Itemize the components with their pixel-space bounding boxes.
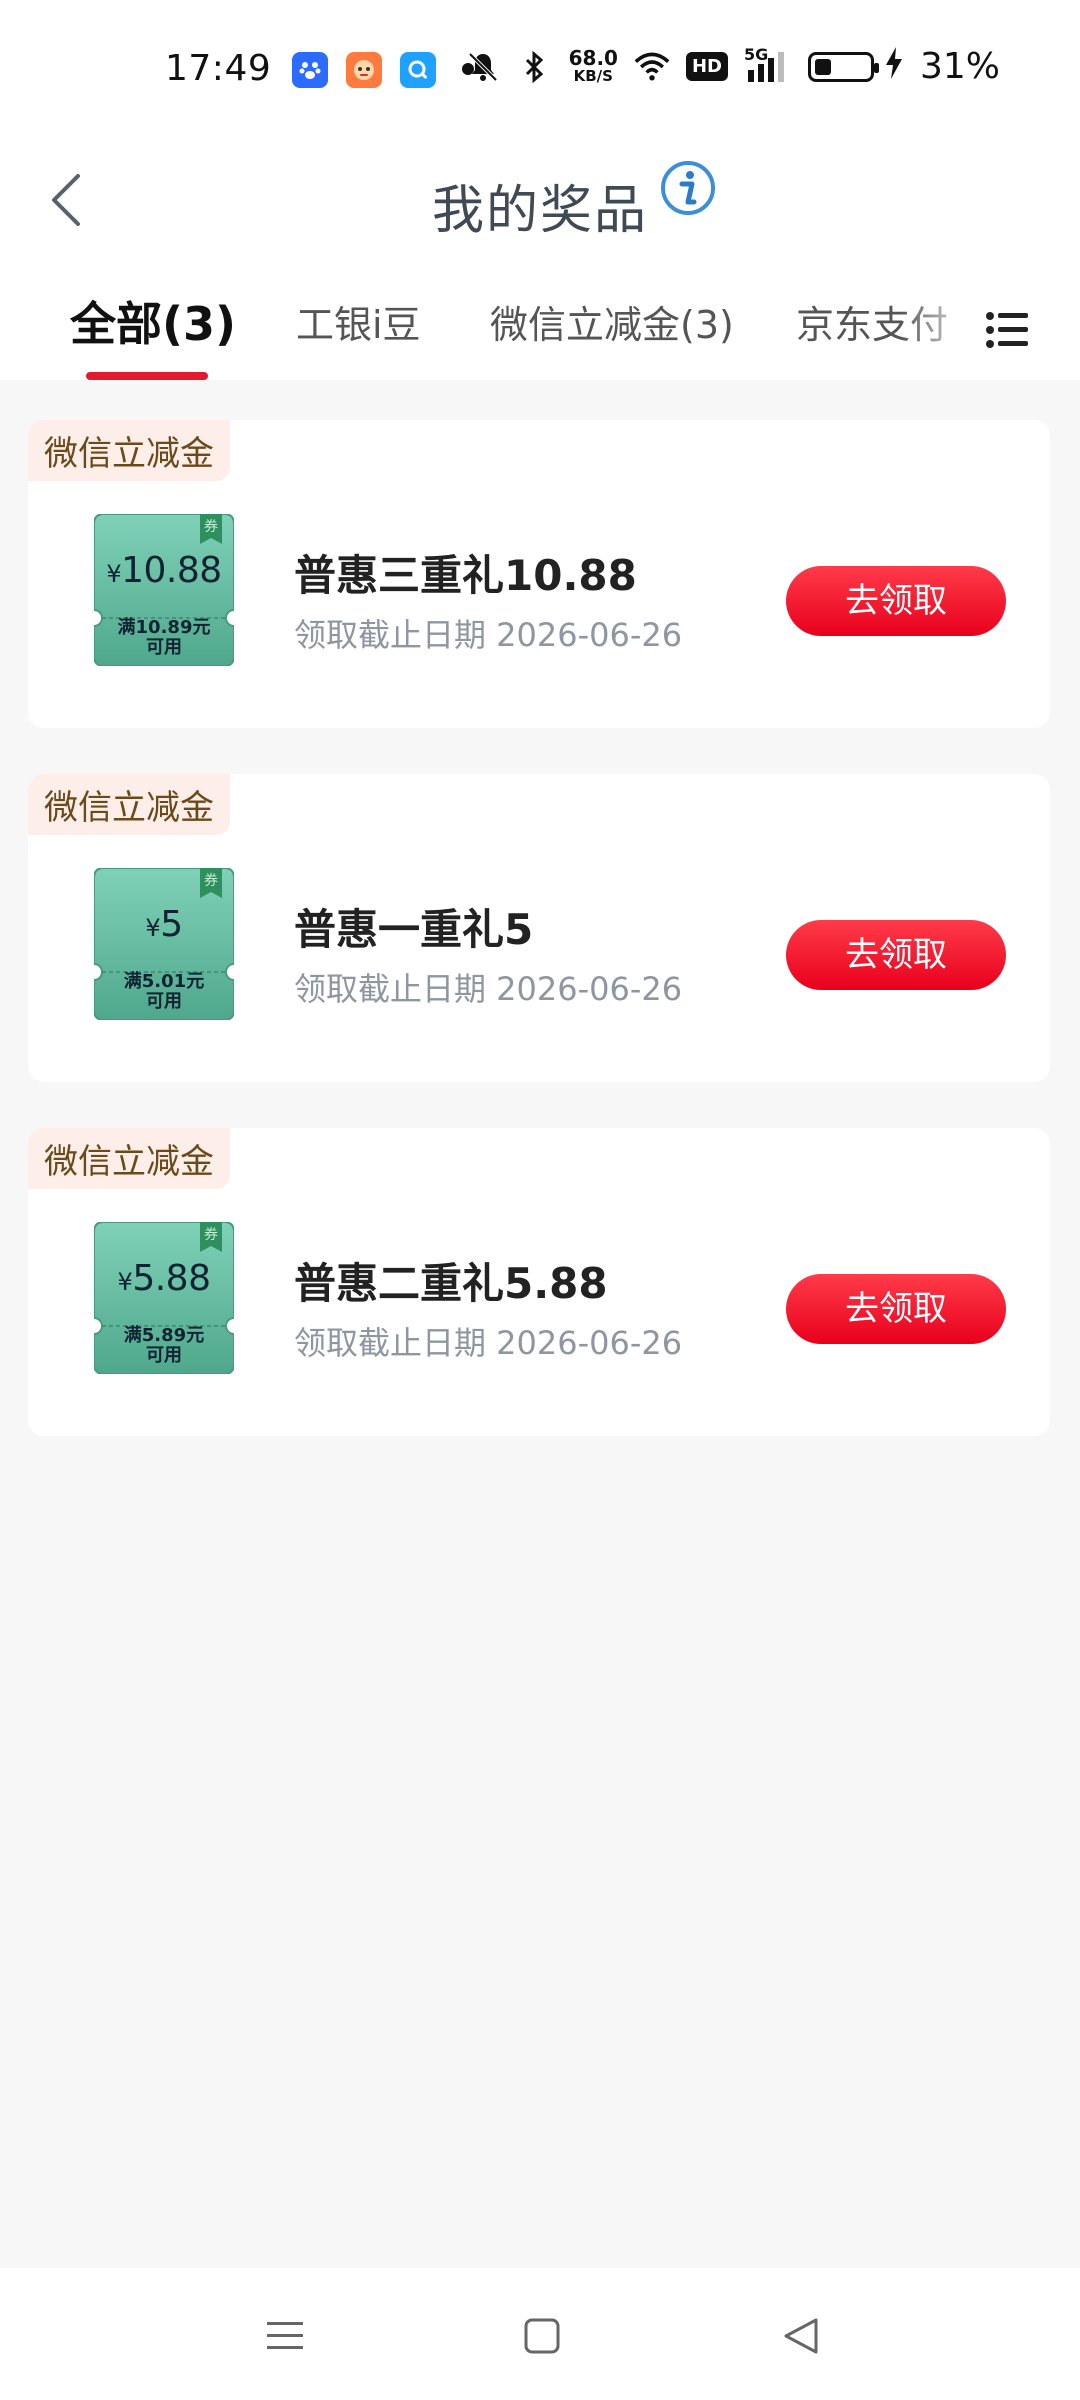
search-app-icon xyxy=(400,52,436,88)
prize-title: 普惠二重礼5.88 xyxy=(294,1259,608,1308)
active-tab-indicator xyxy=(86,372,208,380)
coupon-amount: ¥5.88 xyxy=(94,1258,234,1299)
coupon-condition-line1: 满5.89元 xyxy=(123,1325,205,1346)
coupon-badge-label: 券 xyxy=(204,1227,218,1243)
claim-deadline: 领取截止日期 2026-06-26 xyxy=(294,970,683,1008)
mascot-app-icon xyxy=(346,52,382,88)
coupon-condition-line1: 满10.89元 xyxy=(117,617,211,638)
prize-type-tag: 微信立减金 xyxy=(28,420,230,481)
coupon-thumbnail: 券 ¥10.88 满10.89元 可用 xyxy=(94,514,234,666)
prize-type-tag: 微信立减金 xyxy=(28,774,230,835)
coupon-value: 5.88 xyxy=(132,1258,211,1299)
coupon-currency: ¥ xyxy=(117,1268,133,1296)
coupon-condition-line2: 可用 xyxy=(146,1345,182,1366)
battery-fill xyxy=(814,58,831,75)
prize-title: 普惠三重礼10.88 xyxy=(294,551,637,600)
signal-icon: 5G xyxy=(744,45,792,85)
network-speed-value: 68.0 xyxy=(568,45,618,70)
tab-all[interactable]: 全部(3) xyxy=(70,288,236,354)
wifi-icon xyxy=(634,49,670,85)
network-type-label: 5G xyxy=(743,44,769,64)
network-speed: 68.0 KB/S xyxy=(568,45,618,85)
coupon-thumbnail: 券 ¥5.88 满5.89元 可用 xyxy=(94,1222,234,1374)
square-home-icon xyxy=(524,2318,560,2354)
mute-bell-icon xyxy=(465,49,501,85)
coupon-badge-label: 券 xyxy=(204,873,218,889)
battery-percent: 31% xyxy=(919,46,1000,87)
prize-card: 微信立减金 券 ¥10.88 满10.89元 可用 普惠三重礼10.88 领取截… xyxy=(28,420,1050,728)
tab-icbc-beans[interactable]: 工银i豆 xyxy=(296,294,421,349)
home-nav-button[interactable] xyxy=(512,2306,572,2366)
coupon-value: 5 xyxy=(160,904,183,945)
coupon-condition-line1: 满5.01元 xyxy=(123,971,205,992)
list-menu-icon xyxy=(986,312,1028,348)
page-header: 我的奖品 xyxy=(0,140,1080,260)
coupon-thumbnail: 券 ¥5 满5.01元 可用 xyxy=(94,868,234,1020)
coupon-condition-line2: 可用 xyxy=(146,991,182,1012)
tabs-fade xyxy=(900,280,980,380)
coupon-condition: 满5.89元 可用 xyxy=(94,1326,234,1366)
category-tabs: 全部(3) 工银i豆 微信立减金(3) 京东支付 xyxy=(0,280,1080,380)
coupon-condition: 满10.89元 可用 xyxy=(94,618,234,658)
charging-icon xyxy=(884,46,904,87)
hd-badge: HD xyxy=(685,52,728,81)
battery-icon xyxy=(807,51,879,82)
info-icon[interactable] xyxy=(660,160,716,216)
claim-button[interactable]: 去领取 xyxy=(786,920,1006,990)
coupon-condition: 满5.01元 可用 xyxy=(94,972,234,1012)
menu-lines-icon xyxy=(267,2322,303,2349)
back-nav-button[interactable] xyxy=(772,2306,832,2366)
tab-wechat-discount[interactable]: 微信立减金(3) xyxy=(490,294,734,349)
status-bar: 17:49 68.0 KB/S HD 5G 31% xyxy=(0,0,1080,140)
coupon-amount: ¥10.88 xyxy=(94,550,234,591)
status-time: 17:49 xyxy=(165,48,272,89)
coupon-currency: ¥ xyxy=(145,914,161,942)
claim-button[interactable]: 去领取 xyxy=(786,1274,1006,1344)
claim-deadline: 领取截止日期 2026-06-26 xyxy=(294,1324,683,1362)
notification-icons xyxy=(292,52,436,88)
tab-list-menu-button[interactable] xyxy=(980,302,1036,358)
baidu-app-icon xyxy=(292,52,328,88)
coupon-amount: ¥5 xyxy=(94,904,234,945)
claim-button[interactable]: 去领取 xyxy=(786,566,1006,636)
coupon-currency: ¥ xyxy=(106,560,122,588)
status-right-icons: 68.0 KB/S HD 5G 31% xyxy=(465,45,1000,87)
coupon-badge-label: 券 xyxy=(204,519,218,535)
network-speed-unit: KB/S xyxy=(573,66,613,85)
menu-nav-button[interactable] xyxy=(255,2306,315,2366)
prize-card: 微信立减金 券 ¥5.88 满5.89元 可用 普惠二重礼5.88 领取截止日期… xyxy=(28,1128,1050,1436)
page-title: 我的奖品 xyxy=(431,181,648,241)
coupon-condition-line2: 可用 xyxy=(146,637,182,658)
prize-card: 微信立减金 券 ¥5 满5.01元 可用 普惠一重礼5 领取截止日期 2026-… xyxy=(28,774,1050,1082)
prize-type-tag: 微信立减金 xyxy=(28,1128,230,1189)
bluetooth-icon xyxy=(517,49,553,85)
coupon-value: 10.88 xyxy=(121,550,222,591)
claim-deadline: 领取截止日期 2026-06-26 xyxy=(294,616,683,654)
triangle-back-icon xyxy=(784,2318,818,2354)
prize-title: 普惠一重礼5 xyxy=(294,905,534,954)
system-navigation-bar xyxy=(0,2268,1080,2400)
